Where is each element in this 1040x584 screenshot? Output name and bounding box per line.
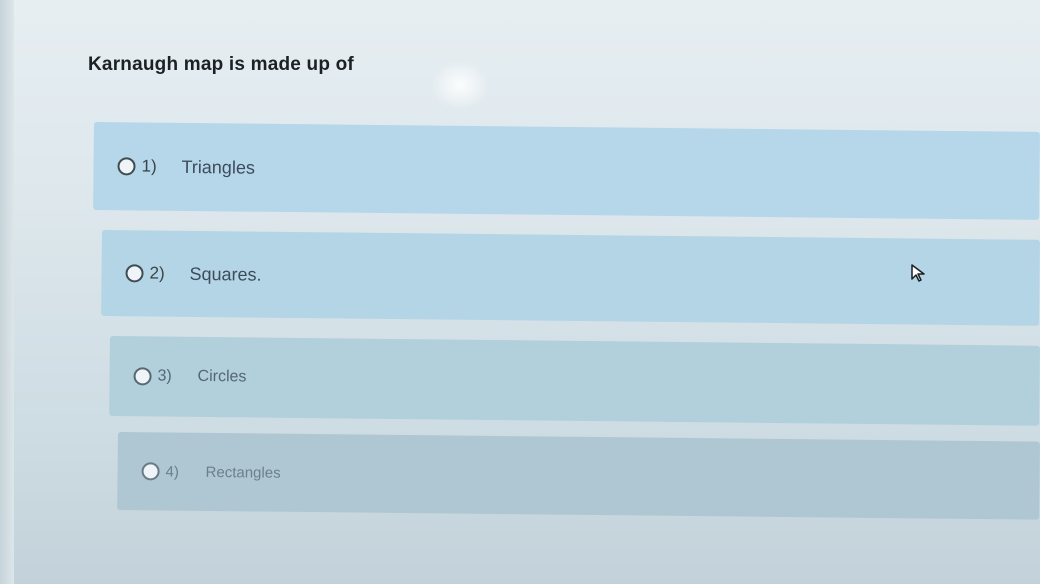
- answer-option-1[interactable]: 1) Triangles: [93, 122, 1040, 220]
- mouse-pointer-icon: [911, 264, 925, 282]
- radio-button-icon[interactable]: [125, 264, 144, 283]
- option-number: 3): [157, 367, 172, 385]
- option-label: Triangles: [181, 156, 256, 178]
- answer-option-3[interactable]: 3) Circles: [109, 336, 1040, 426]
- question-text: Karnaugh map is made up of: [88, 54, 354, 75]
- option-number: 4): [165, 463, 180, 481]
- option-label: Rectangles: [205, 463, 281, 482]
- screen-edge: [0, 0, 14, 584]
- option-label: Squares.: [189, 263, 262, 285]
- answer-option-4[interactable]: 4) Rectangles: [117, 432, 1040, 520]
- radio-button-icon[interactable]: [133, 367, 152, 386]
- option-number: 2): [149, 263, 165, 283]
- radio-button-icon[interactable]: [141, 462, 160, 481]
- answer-option-2[interactable]: 2) Squares.: [101, 230, 1040, 326]
- radio-button-icon[interactable]: [117, 157, 136, 176]
- option-label: Circles: [197, 367, 247, 386]
- option-number: 1): [141, 156, 157, 176]
- screen-glare: [430, 60, 490, 110]
